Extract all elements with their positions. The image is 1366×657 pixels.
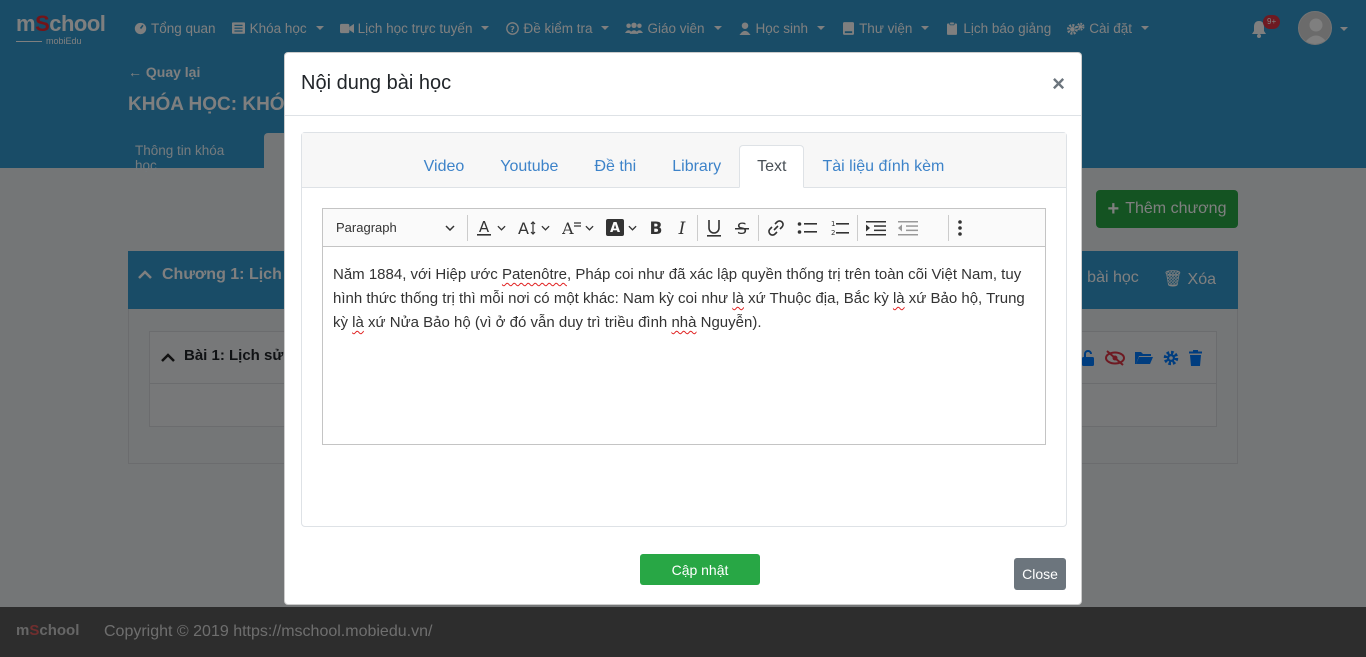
strikethrough-icon: S (734, 220, 750, 236)
text-segment: xứ Nửa Bảo hộ (vì ở đó vẫn duy trì triều… (363, 314, 672, 331)
modal-title: Nội dung bài học (301, 72, 452, 94)
spellcheck-word: nhà (671, 314, 697, 331)
font-color-button[interactable]: A (470, 213, 512, 243)
tab-youtube[interactable]: Youtube (482, 145, 576, 188)
bold-button[interactable]: B (643, 213, 669, 243)
chevron-down-icon (628, 225, 637, 231)
more-options-button[interactable] (951, 213, 969, 243)
svg-text:1: 1 (831, 220, 835, 228)
numbered-list-icon: 12 (829, 219, 849, 237)
tab-de-thi[interactable]: Đề thi (576, 145, 654, 188)
content-tabs: Video Youtube Đề thi Library Text Tài li… (302, 145, 1066, 188)
toolbar-separator (467, 214, 468, 241)
chevron-down-icon (445, 224, 455, 231)
text-segment: xứ Thuộc địa, Bắc kỳ (743, 290, 893, 307)
font-color-icon: A (476, 219, 492, 237)
paragraph-label: Paragraph (336, 220, 397, 235)
font-size-button[interactable]: A (512, 213, 556, 243)
content-card: Video Youtube Đề thi Library Text Tài li… (301, 132, 1067, 585)
spellcheck-word: là (892, 290, 905, 307)
bulleted-list-button[interactable] (791, 213, 823, 243)
underline-button[interactable] (700, 213, 728, 243)
svg-text:I: I (678, 220, 686, 236)
spellcheck-word: là (732, 290, 744, 307)
chevron-down-icon (497, 225, 506, 231)
svg-text:A: A (518, 220, 529, 236)
chevron-down-icon (585, 225, 594, 231)
svg-text:2: 2 (831, 229, 835, 237)
font-family-button[interactable]: A (556, 213, 600, 243)
underline-icon (706, 219, 722, 237)
rich-text-editor: Paragraph A A A A B I 1 2 Năm 1884, với … (322, 208, 1046, 445)
vertical-dots-icon (957, 219, 963, 237)
tab-attachments[interactable]: Tài liệu đính kèm (804, 145, 962, 188)
editor-content[interactable]: Năm 1884, với Hiệp ước Patenôtre, Pháp c… (323, 247, 1045, 351)
tab-library[interactable]: Library (654, 145, 739, 188)
numbered-list-button[interactable]: 12 (823, 213, 855, 243)
svg-text:A: A (479, 219, 490, 236)
link-icon (767, 219, 785, 237)
svg-text:A: A (562, 220, 574, 236)
svg-text:B: B (650, 220, 663, 236)
strikethrough-button[interactable]: S (728, 213, 756, 243)
close-icon[interactable]: × (1052, 71, 1065, 97)
italic-icon: I (675, 220, 689, 236)
toolbar-separator (948, 214, 949, 241)
editor-toolbar: Paragraph A A A A B I 1 2 (323, 209, 1045, 247)
chevron-down-icon (541, 225, 550, 231)
spellcheck-word: là (352, 314, 364, 331)
modal-footer: Close (285, 543, 1081, 606)
toolbar-separator (758, 214, 759, 241)
tab-video[interactable]: Video (406, 145, 483, 188)
indent-icon (866, 220, 886, 236)
outdent-button[interactable] (892, 213, 924, 243)
tab-text[interactable]: Text (739, 145, 805, 188)
outdent-icon (898, 220, 918, 236)
spellcheck-word: Patenôtre (501, 266, 567, 283)
text-segment: Nguyễn). (696, 314, 762, 331)
close-button[interactable]: Close (1014, 558, 1066, 590)
background-color-button[interactable]: A (600, 213, 643, 243)
paragraph-format-dropdown[interactable]: Paragraph (329, 213, 465, 243)
italic-button[interactable]: I (669, 213, 695, 243)
toolbar-separator (697, 214, 698, 241)
bold-icon: B (649, 220, 663, 236)
bulleted-list-icon (797, 220, 817, 236)
svg-text:A: A (610, 221, 620, 236)
font-family-icon: A (562, 220, 582, 236)
font-size-icon: A (518, 220, 538, 236)
indent-button[interactable] (860, 213, 892, 243)
content-tabs-header: Video Youtube Đề thi Library Text Tài li… (302, 133, 1066, 188)
toolbar-separator (857, 214, 858, 241)
highlight-icon: A (606, 219, 624, 236)
link-button[interactable] (761, 213, 791, 243)
modal-header: Nội dung bài học × (285, 53, 1081, 116)
text-segment: Năm 1884, với Hiệp ước (333, 266, 502, 283)
lesson-content-modal: Nội dung bài học × Video Youtube Đề thi … (284, 52, 1082, 605)
